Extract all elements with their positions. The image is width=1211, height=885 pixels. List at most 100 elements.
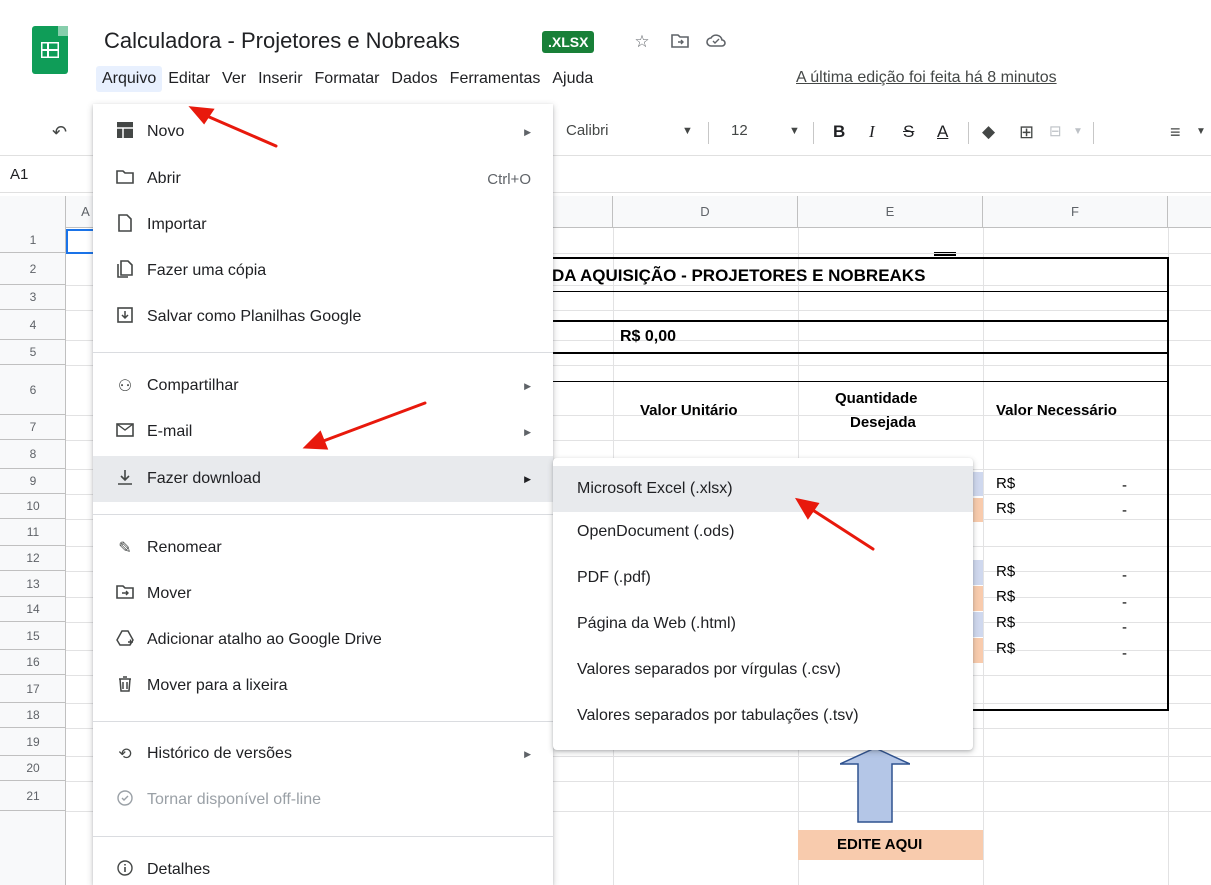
row-header[interactable]: 7	[0, 415, 66, 440]
menu-item-lixeira[interactable]: Mover para a lixeira	[93, 666, 553, 706]
rs-cell[interactable]: R$	[996, 588, 1015, 605]
column-header-c-edge[interactable]	[553, 196, 613, 228]
row-header[interactable]: 5	[0, 340, 66, 365]
last-edit-link[interactable]: A última edição foi feita há 8 minutos	[796, 69, 1057, 87]
menu-arquivo[interactable]: Arquivo	[96, 66, 163, 92]
align-icon[interactable]: ≡	[1170, 122, 1181, 143]
file-icon	[115, 213, 135, 237]
header-valor-unitario[interactable]: Valor Unitário	[640, 402, 738, 419]
folder-icon	[115, 169, 135, 189]
text-color-button[interactable]: A	[937, 122, 948, 142]
dash-cell[interactable]: -	[1122, 645, 1127, 662]
undo-icon[interactable]: ↶	[52, 122, 67, 143]
file-menu: Novo ▶ Abrir Ctrl+O Importar Fazer uma c…	[93, 104, 553, 885]
menu-item-atalho-drive[interactable]: Adicionar atalho ao Google Drive	[93, 620, 553, 660]
font-dropdown-icon[interactable]: ▼	[682, 125, 693, 137]
row-header[interactable]: 19	[0, 728, 66, 756]
column-header-e[interactable]: E	[798, 196, 983, 228]
dash-cell[interactable]: -	[1122, 567, 1127, 584]
download-csv[interactable]: Valores separados por vírgulas (.csv)	[553, 650, 973, 690]
download-pdf[interactable]: PDF (.pdf)	[553, 558, 973, 598]
name-box[interactable]: A1	[10, 166, 28, 183]
rs-cell[interactable]: R$	[996, 563, 1015, 580]
borders-icon[interactable]: ⊞	[1019, 122, 1034, 143]
dash-cell[interactable]: -	[1122, 594, 1127, 611]
dash-cell[interactable]: -	[1122, 502, 1127, 519]
row-header[interactable]: 6	[0, 365, 66, 415]
menu-item-fazer-copia[interactable]: Fazer uma cópia	[93, 251, 553, 291]
rs-cell[interactable]: R$	[996, 614, 1015, 631]
download-tsv[interactable]: Valores separados por tabulações (.tsv)	[553, 696, 973, 736]
rs-cell[interactable]: R$	[996, 475, 1015, 492]
row-header[interactable]: 9	[0, 469, 66, 494]
strikethrough-button[interactable]: S	[903, 122, 914, 142]
download-html[interactable]: Página da Web (.html)	[553, 604, 973, 644]
menu-item-renomear[interactable]: ✎ Renomear	[93, 528, 553, 568]
row-header[interactable]: 1	[0, 228, 66, 253]
menu-formatar[interactable]: Formatar	[309, 66, 386, 92]
merge-dropdown-icon[interactable]: ▼	[1073, 126, 1083, 137]
menu-item-novo[interactable]: Novo ▶	[93, 112, 553, 152]
menu-item-offline[interactable]: Tornar disponível off-line	[93, 780, 553, 820]
document-title[interactable]: Calculadora - Projetores e Nobreaks	[104, 28, 460, 54]
menu-item-fazer-download[interactable]: Fazer download ▶	[93, 456, 553, 502]
download-xlsx[interactable]: Microsoft Excel (.xlsx)	[553, 466, 973, 512]
font-select[interactable]: Calibri	[566, 122, 609, 139]
row-header[interactable]: 15	[0, 622, 66, 650]
column-header-d[interactable]: D	[613, 196, 798, 228]
select-all-corner[interactable]	[0, 196, 66, 228]
row-header[interactable]: 18	[0, 703, 66, 728]
menu-item-email[interactable]: E-mail ▶	[93, 412, 553, 452]
menu-ajuda[interactable]: Ajuda	[546, 66, 599, 92]
bold-button[interactable]: B	[833, 122, 845, 142]
cloud-status-icon[interactable]	[706, 32, 726, 52]
download-ods[interactable]: OpenDocument (.ods)	[553, 512, 973, 552]
row-header[interactable]: 11	[0, 519, 66, 546]
header-quantidade[interactable]: Quantidade	[835, 390, 918, 407]
header-desejada[interactable]: Desejada	[850, 414, 916, 431]
row-header[interactable]: 20	[0, 756, 66, 781]
row-header[interactable]: 3	[0, 285, 66, 310]
italic-button[interactable]: I	[869, 122, 875, 142]
total-value[interactable]: R$ 0,00	[620, 328, 676, 346]
menu-item-historico[interactable]: ⟲ Histórico de versões ▶	[93, 734, 553, 774]
sheets-logo[interactable]	[32, 26, 68, 74]
menu-item-abrir[interactable]: Abrir Ctrl+O	[93, 159, 553, 199]
row-header[interactable]: 13	[0, 571, 66, 597]
menu-item-salvar-google[interactable]: Salvar como Planilhas Google	[93, 297, 553, 337]
menu-inserir[interactable]: Inserir	[252, 66, 308, 92]
merge-cells-icon[interactable]: ⊟	[1049, 122, 1062, 140]
column-header-f[interactable]: F	[983, 196, 1168, 228]
star-icon[interactable]: ☆	[632, 32, 652, 52]
menu-dados[interactable]: Dados	[385, 66, 443, 92]
menu-item-mover[interactable]: Mover	[93, 574, 553, 614]
menu-item-compartilhar[interactable]: ⚇ Compartilhar ▶	[93, 366, 553, 406]
submenu-arrow-icon: ▶	[524, 748, 531, 759]
dash-cell[interactable]: -	[1122, 477, 1127, 494]
row-header[interactable]: 2	[0, 253, 66, 285]
menu-ver[interactable]: Ver	[216, 66, 252, 92]
fill-color-icon[interactable]: ◆	[982, 122, 995, 142]
row-header[interactable]: 21	[0, 781, 66, 811]
header-valor-necessario[interactable]: Valor Necessário	[996, 402, 1117, 419]
font-size-dropdown-icon[interactable]: ▼	[789, 125, 800, 137]
menu-editar[interactable]: Editar	[162, 66, 216, 92]
row-header[interactable]: 10	[0, 494, 66, 519]
move-folder-icon[interactable]	[670, 32, 690, 52]
row-header[interactable]: 17	[0, 675, 66, 703]
sheet-title[interactable]: DA AQUISIÇÃO - PROJETORES E NOBREAKS	[552, 266, 925, 286]
row-header[interactable]: 16	[0, 650, 66, 675]
dash-cell[interactable]: -	[1122, 619, 1127, 636]
align-dropdown-icon[interactable]: ▼	[1196, 126, 1206, 137]
row-header[interactable]: 14	[0, 597, 66, 622]
rs-cell[interactable]: R$	[996, 640, 1015, 657]
row-header[interactable]: 4	[0, 310, 66, 340]
up-arrow-shape	[840, 748, 910, 823]
menu-item-detalhes[interactable]: Detalhes	[93, 850, 553, 885]
rs-cell[interactable]: R$	[996, 500, 1015, 517]
row-header[interactable]: 8	[0, 440, 66, 469]
row-header[interactable]: 12	[0, 546, 66, 571]
menu-ferramentas[interactable]: Ferramentas	[444, 66, 547, 92]
font-size-select[interactable]: 12	[731, 122, 748, 139]
menu-item-importar[interactable]: Importar	[93, 205, 553, 245]
